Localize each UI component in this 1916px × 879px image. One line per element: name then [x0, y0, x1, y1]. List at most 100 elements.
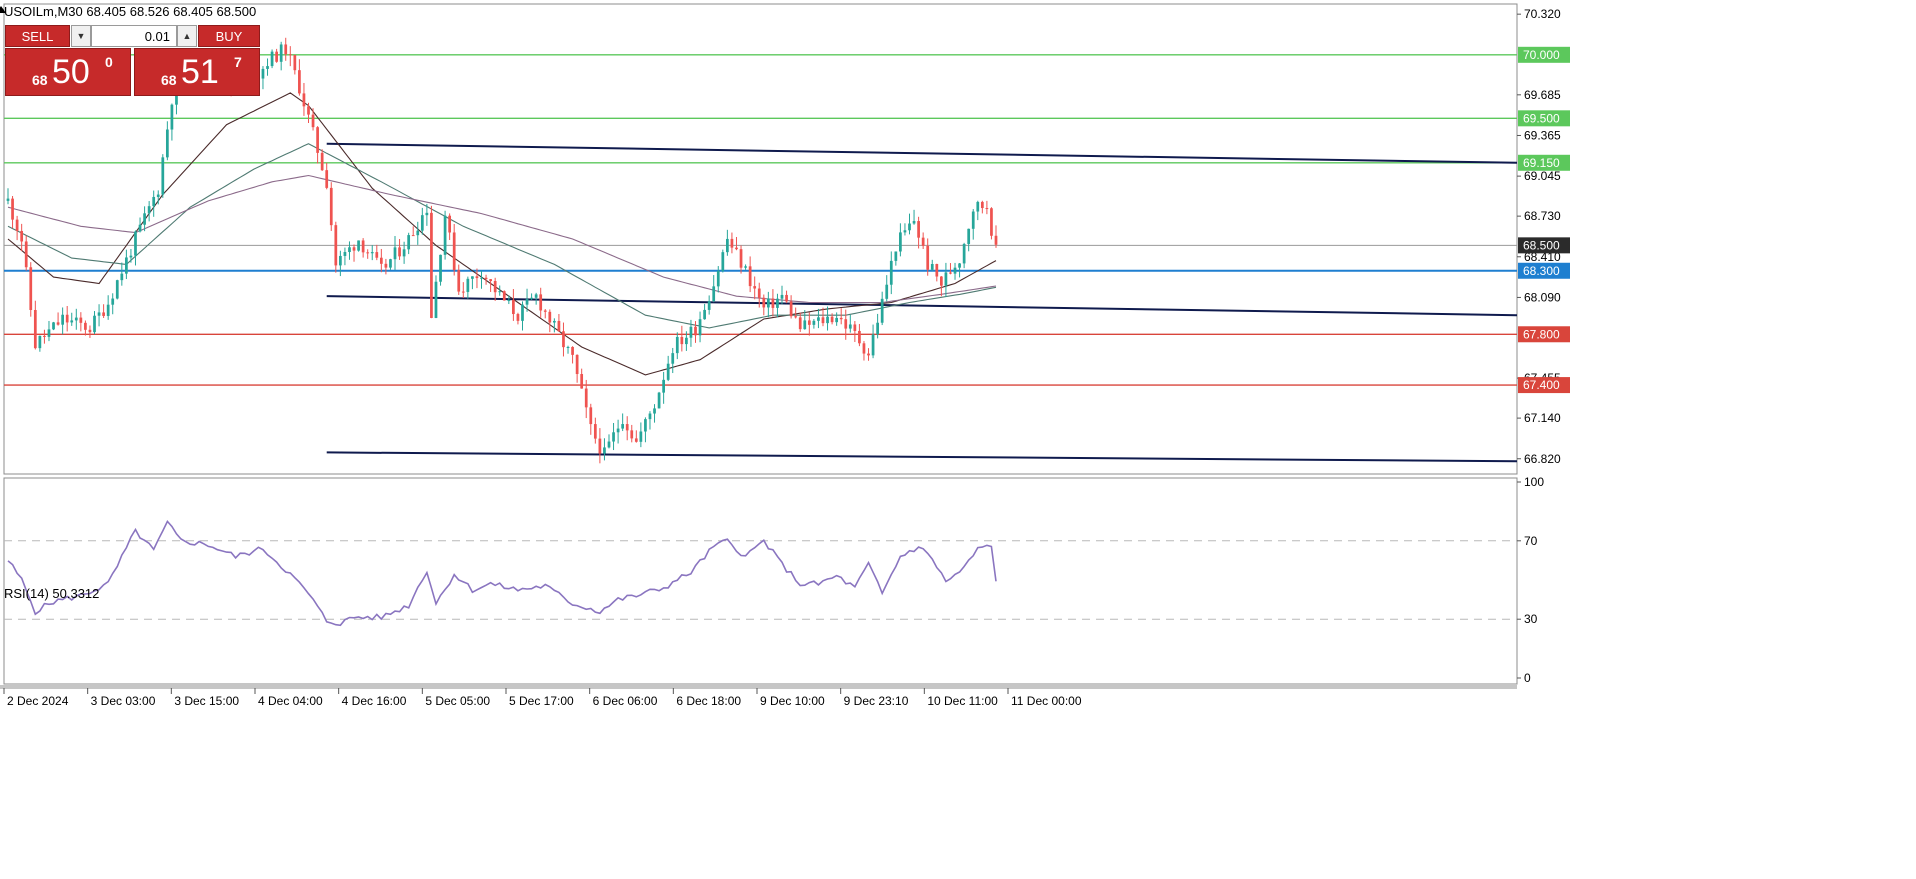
sell-price-pips: 50 [52, 53, 90, 91]
time-tick-label: 9 Dec 23:10 [844, 694, 909, 708]
trading-chart[interactable]: 70.320 69.685 69.365 69.045 68.730 68.410 68.0… [0, 0, 1916, 874]
candle-body [967, 228, 971, 244]
candle-body [698, 319, 702, 336]
candle-body [352, 247, 356, 251]
time-tick-label: 5 Dec 05:00 [425, 694, 490, 708]
symbol-info-text: USOILm,M30 68.405 68.526 68.405 68.500 [4, 4, 256, 19]
candle-body [534, 294, 538, 298]
candle-body [921, 237, 925, 246]
candle-body [862, 343, 866, 354]
candle-body [858, 330, 861, 344]
price-tick-label: 67.140 [1524, 411, 1561, 425]
candle-body [894, 251, 898, 261]
time-tick-label: 6 Dec 18:00 [676, 694, 741, 708]
candle-body [762, 297, 766, 308]
candle-body [671, 353, 675, 364]
candle-body [29, 267, 33, 311]
sell-button[interactable]: SELL [5, 25, 70, 47]
lot-decrease-button[interactable]: ▼ [71, 25, 91, 47]
candle-body [566, 346, 570, 348]
candle-body [65, 314, 69, 323]
candle-body [589, 407, 593, 425]
candle-body [939, 276, 943, 286]
candle-body [935, 264, 939, 277]
candle-body [407, 235, 411, 250]
candle-body [56, 322, 60, 325]
candle-body [398, 247, 401, 257]
buy-button[interactable]: BUY [198, 25, 260, 47]
candle-body [789, 301, 793, 317]
candle-body [530, 297, 533, 300]
candle-body [411, 235, 415, 237]
candle-body [899, 232, 902, 252]
candle-body [644, 419, 647, 432]
candle-body [298, 70, 301, 94]
chart-canvas[interactable]: 70.32069.68569.36569.04568.73068.41068.0… [0, 0, 1916, 874]
candle-body [493, 281, 497, 293]
buy-price-button[interactable]: 68 51 7 [134, 48, 260, 96]
candle-body [79, 317, 83, 323]
current-price-badge: 68.500 [1523, 238, 1560, 252]
candle-body [288, 54, 292, 56]
candle-body [707, 301, 711, 310]
sell-price-button[interactable]: 68 50 0 [5, 48, 131, 96]
candle-body [43, 335, 46, 337]
candle-body [38, 335, 42, 349]
candle-body [621, 424, 625, 429]
candle-body [11, 198, 14, 220]
candle-body [739, 249, 743, 268]
candle-body [448, 215, 452, 233]
candle-body [584, 388, 588, 408]
candle-body [580, 374, 584, 389]
candle-body [958, 263, 961, 268]
one-click-trading-panel: SELL ▼ ▲ BUY 68 50 0 68 51 7 [5, 25, 260, 97]
level-price-badge: 70.000 [1523, 48, 1560, 62]
candle-body [357, 240, 360, 251]
candle-body [753, 286, 757, 289]
candle-body [20, 230, 24, 242]
candle-body [548, 311, 552, 323]
candle-body [147, 206, 151, 214]
candle-body [630, 430, 634, 439]
candle-body [853, 324, 857, 331]
candle-body [844, 319, 848, 329]
candle-body [648, 413, 652, 420]
candle-body [439, 254, 442, 282]
candle-body [607, 441, 611, 448]
candle-body [562, 331, 565, 348]
candle-body [284, 44, 288, 55]
candle-body [307, 106, 310, 115]
candle-body [685, 337, 688, 345]
candle-body [794, 316, 798, 318]
candle-body [980, 201, 984, 209]
candle-body [47, 329, 51, 337]
rsi-tick-label: 70 [1524, 534, 1538, 548]
time-tick-label: 3 Dec 15:00 [174, 694, 239, 708]
candle-body [835, 317, 839, 323]
candle-body [165, 129, 169, 158]
candle-body [912, 221, 916, 224]
candle-body [994, 235, 998, 245]
candle-body [6, 198, 10, 201]
candle-body [817, 317, 820, 321]
candle-body [106, 304, 110, 316]
candle-body [93, 315, 96, 333]
sell-price-fraction: 0 [105, 54, 113, 70]
candle-body [908, 223, 911, 231]
candle-body [839, 317, 843, 320]
price-tick-label: 69.045 [1524, 169, 1561, 183]
candle-body [279, 44, 283, 62]
time-tick-label: 6 Dec 06:00 [593, 694, 658, 708]
chart-background [0, 0, 1916, 874]
candle-body [261, 68, 265, 79]
candle-body [275, 51, 278, 62]
candle-body [976, 201, 980, 212]
price-tick-label: 66.820 [1524, 452, 1561, 466]
candle-body [320, 152, 324, 171]
lot-size-input[interactable] [91, 25, 177, 47]
candle-body [662, 379, 665, 393]
lot-increase-button[interactable]: ▲ [177, 25, 197, 47]
candle-body [33, 310, 37, 349]
candle-body [689, 326, 693, 338]
candle-body [302, 93, 306, 107]
